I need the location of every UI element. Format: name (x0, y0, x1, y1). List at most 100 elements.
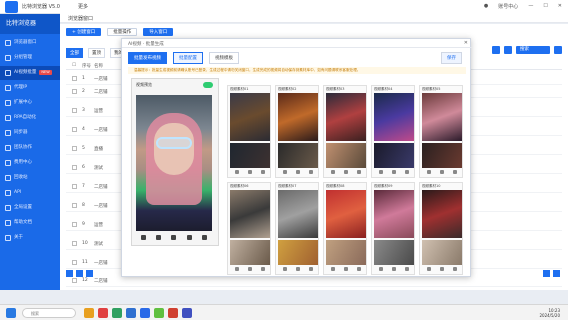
video-card[interactable]: 视频素材03 (323, 85, 367, 178)
row-checkbox[interactable] (72, 76, 77, 81)
next-icon[interactable] (261, 170, 266, 174)
prev-icon[interactable] (330, 170, 335, 174)
prev-icon[interactable] (378, 267, 383, 271)
next-icon[interactable] (309, 267, 314, 271)
next-icon[interactable] (309, 170, 314, 174)
next-icon[interactable] (405, 267, 410, 271)
video-card[interactable]: 视频素材06 (227, 182, 271, 275)
filter-icon[interactable] (504, 46, 512, 54)
video-card[interactable]: 视频素材07 (275, 182, 319, 275)
tab-batch-publish[interactable]: 批量发布视频 (128, 52, 167, 64)
start-icon[interactable] (6, 308, 16, 318)
row-checkbox[interactable] (72, 241, 77, 246)
row-checkbox[interactable] (72, 89, 77, 94)
preview-toggle[interactable] (203, 82, 213, 88)
filter-all[interactable]: 全部 (66, 48, 83, 58)
row-checkbox[interactable] (72, 222, 77, 227)
sidebar-item-billing[interactable]: 费用中心 (0, 156, 60, 170)
more-icon[interactable] (201, 235, 207, 240)
play-icon[interactable] (171, 235, 177, 240)
bitbrowser-icon[interactable] (140, 308, 150, 318)
list-view-icon[interactable] (553, 270, 560, 277)
filter-pinned[interactable]: 置顶 (88, 48, 105, 58)
prev-icon[interactable] (378, 170, 383, 174)
row-checkbox[interactable] (72, 184, 77, 189)
create-window-button[interactable]: + 创建窗口 (66, 28, 102, 36)
next-icon[interactable] (357, 267, 362, 271)
edge-icon[interactable] (126, 308, 136, 318)
prev-icon[interactable] (426, 170, 431, 174)
eye-icon[interactable] (439, 170, 444, 174)
office-icon[interactable] (168, 308, 178, 318)
prev-icon[interactable] (234, 170, 239, 174)
taskbar-search[interactable]: 搜索 (22, 308, 76, 318)
prev-icon[interactable] (234, 267, 239, 271)
col-name[interactable]: 名称 (94, 63, 103, 69)
sidebar-item-group[interactable]: 分组管理 (0, 51, 60, 65)
sidebar-item-help[interactable]: 帮助文档 (0, 216, 60, 230)
back-icon[interactable] (141, 235, 147, 240)
prev-icon[interactable] (426, 267, 431, 271)
sidebar-item-rpa[interactable]: RPA自动化 (0, 111, 60, 125)
batch-button[interactable]: 批量操作 (107, 28, 138, 36)
video-card[interactable]: 视频素材10 (419, 182, 463, 275)
refresh-icon[interactable] (492, 46, 500, 54)
row-checkbox[interactable] (72, 165, 77, 170)
sidebar-item-sync[interactable]: 同步器 (0, 126, 60, 140)
video-card[interactable]: 视频素材01 (227, 85, 271, 178)
sidebar-item-team[interactable]: 团队协作 (0, 141, 60, 155)
tab-batch-config[interactable]: 批量配置 (173, 52, 203, 64)
delete-icon[interactable] (86, 270, 93, 277)
home-icon[interactable] (156, 235, 162, 240)
sidebar-item-about[interactable]: 关于 (0, 231, 60, 245)
share-icon[interactable] (186, 235, 192, 240)
user-center[interactable]: 账号中心 (498, 3, 518, 10)
prev-icon[interactable] (330, 267, 335, 271)
sidebar-item-settings[interactable]: 全局设置 (0, 201, 60, 215)
row-checkbox[interactable] (72, 127, 77, 132)
eye-icon[interactable] (247, 267, 252, 271)
close-icon[interactable]: ✕ (558, 3, 562, 10)
video-card[interactable]: 视频素材05 (419, 85, 463, 178)
prev-icon[interactable] (282, 267, 287, 271)
row-checkbox[interactable] (72, 260, 77, 265)
video-card[interactable]: 视频素材09 (371, 182, 415, 275)
grid-view-icon[interactable] (543, 270, 550, 277)
import-button[interactable]: 导入窗口 (143, 28, 174, 36)
row-checkbox[interactable] (72, 108, 77, 113)
tab-template[interactable]: 视频模板 (209, 52, 239, 64)
save-button[interactable]: 保存 (441, 52, 462, 64)
eye-icon[interactable] (343, 267, 348, 271)
video-card[interactable]: 视频素材08 (323, 182, 367, 275)
eye-icon[interactable] (391, 170, 396, 174)
close-icon[interactable]: ✕ (464, 40, 468, 46)
explorer-icon[interactable] (84, 308, 94, 318)
select-all-icon[interactable] (66, 270, 73, 277)
video-card[interactable]: 视频素材02 (275, 85, 319, 178)
select-all-checkbox[interactable]: ☐ (72, 63, 76, 68)
sidebar-item-proxy[interactable]: 代理IP (0, 81, 60, 95)
tab-browser-window[interactable]: 浏览器窗口 (68, 15, 93, 22)
notify-icon[interactable]: ● (484, 3, 488, 10)
settings-icon[interactable] (554, 46, 562, 54)
next-icon[interactable] (453, 170, 458, 174)
sidebar-item-ai-video[interactable]: AI视频批量 NEW (0, 66, 60, 80)
sidebar-item-api[interactable]: API (0, 186, 60, 200)
next-icon[interactable] (453, 267, 458, 271)
export-icon[interactable] (76, 270, 83, 277)
eye-icon[interactable] (439, 267, 444, 271)
prev-icon[interactable] (282, 170, 287, 174)
row-checkbox[interactable] (72, 146, 77, 151)
sidebar-item-browser[interactable]: 浏览器窗口 (0, 36, 60, 50)
vscode-icon[interactable] (182, 308, 192, 318)
col-no[interactable]: 序号 (82, 63, 91, 69)
next-icon[interactable] (261, 267, 266, 271)
eye-icon[interactable] (391, 267, 396, 271)
next-icon[interactable] (405, 170, 410, 174)
eye-icon[interactable] (295, 170, 300, 174)
video-card[interactable]: 视频素材04 (371, 85, 415, 178)
chrome-icon[interactable] (112, 308, 122, 318)
wechat-icon[interactable] (154, 308, 164, 318)
eye-icon[interactable] (295, 267, 300, 271)
minimize-icon[interactable]: — (528, 3, 533, 10)
